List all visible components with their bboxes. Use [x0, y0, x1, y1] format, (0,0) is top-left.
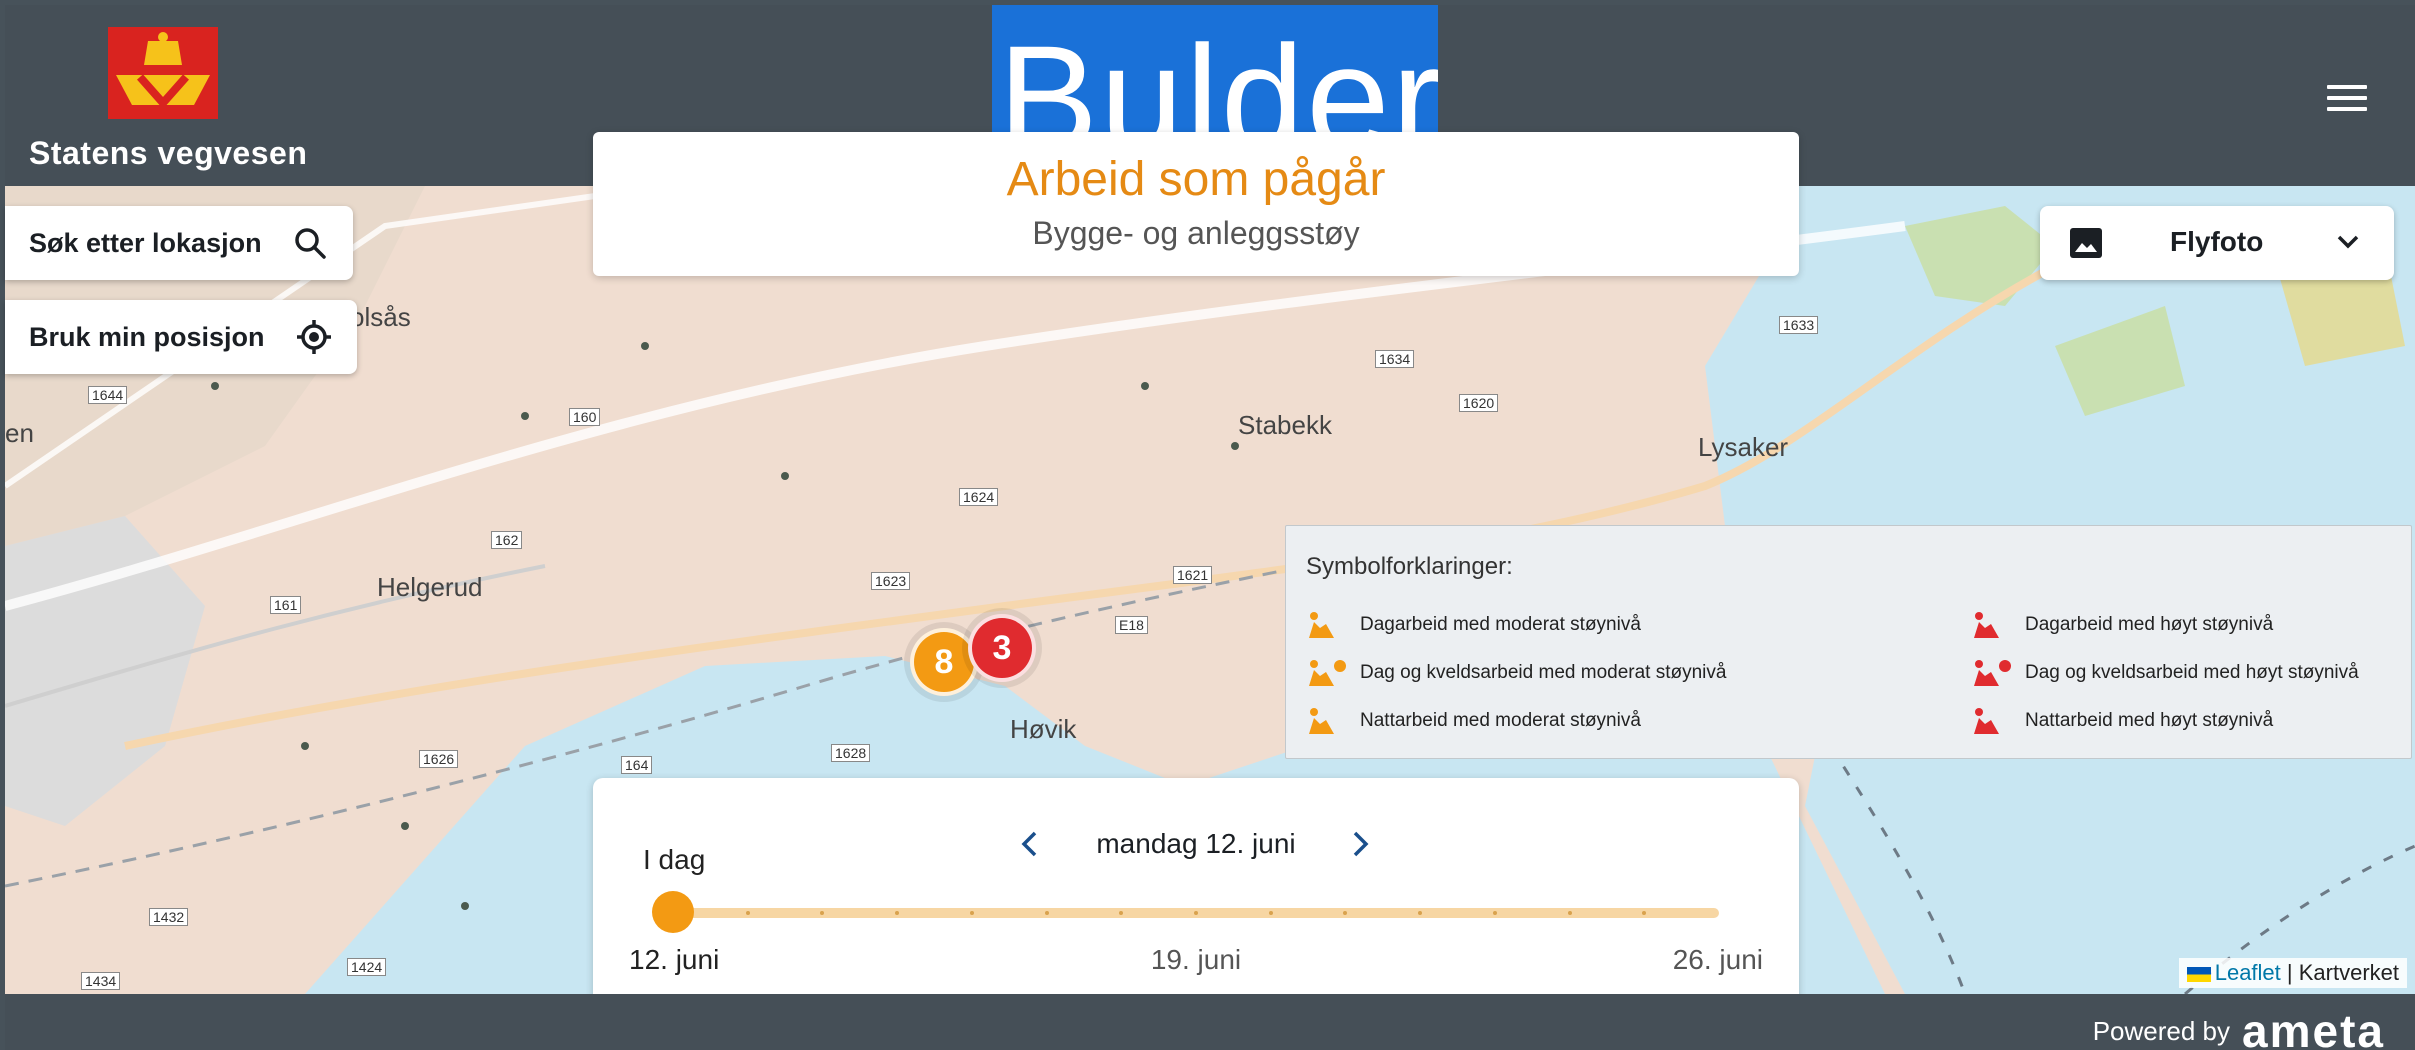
- timeline-slider-thumb[interactable]: [652, 891, 694, 933]
- title-card: Arbeid som pågår Bygge- og anleggsstøy: [593, 132, 1799, 276]
- cluster-marker-high[interactable]: 3: [968, 614, 1036, 682]
- road-label: 1644: [88, 386, 128, 404]
- road-label: 1620: [1459, 394, 1499, 412]
- legend-item-label: Nattarbeid med høyt støynivå: [2025, 710, 2274, 731]
- digger-evening-icon: [1309, 660, 1346, 686]
- search-icon: [295, 228, 326, 259]
- legend-item: Dag og kveldsarbeid med høyt støynivå: [1969, 658, 2359, 688]
- road-label: 161: [270, 596, 302, 614]
- attribution-provider: Kartverket: [2298, 960, 2399, 985]
- legend-item-label: Dagarbeid med høyt støynivå: [2025, 614, 2274, 635]
- timeline-tick: [1044, 911, 1049, 915]
- legend-item-label: Dagarbeid med moderat støynivå: [1360, 614, 1641, 635]
- hamburger-menu-icon[interactable]: [2327, 85, 2367, 115]
- road-label: 1623: [871, 572, 911, 590]
- search-location-label: Søk etter lokasjon: [29, 227, 262, 258]
- legend-item: Dagarbeid med moderat støynivå: [1304, 610, 1641, 640]
- road-label: 1634: [1375, 350, 1415, 368]
- powered-by: Powered by ameta: [2093, 1004, 2385, 1050]
- digger-day-icon: [1309, 612, 1334, 638]
- road-label: 162: [491, 531, 523, 549]
- attribution-separator: |: [2280, 960, 2299, 985]
- statens-vegvesen-logo-icon[interactable]: [108, 27, 218, 119]
- road-label: 1432: [149, 908, 189, 926]
- legend-item: Nattarbeid med moderat støynivå: [1304, 706, 1641, 736]
- road-label: 1628: [831, 744, 871, 762]
- road-label: 1434: [81, 972, 121, 990]
- search-location-button[interactable]: Søk etter lokasjon: [5, 206, 353, 280]
- timeline-tick: [1343, 911, 1348, 915]
- image-icon: [2070, 228, 2102, 258]
- place-label: Høvik: [1010, 714, 1077, 744]
- current-date: mandag 12. juni: [1096, 828, 1296, 859]
- crosshair-icon: [297, 320, 331, 354]
- timeline-tick: [1194, 911, 1198, 915]
- legend-panel: Symbolforklaringer: Dagarbeid med modera…: [1285, 525, 2412, 759]
- road-label: 160: [569, 408, 601, 426]
- road-label: 164: [621, 756, 653, 774]
- road-label: 1621: [1173, 566, 1213, 584]
- place-label: Stabekk: [1238, 410, 1332, 440]
- place-label: en: [5, 418, 34, 448]
- legend-item: Dagarbeid med høyt støynivå: [1969, 610, 2273, 640]
- ameta-logo[interactable]: ameta: [2242, 1004, 2385, 1050]
- legend-item-label: Dag og kveldsarbeid med høyt støynivå: [2025, 662, 2359, 683]
- page-subtitle: Bygge- og anleggsstøy: [1032, 215, 1360, 251]
- app-frame: olsås en Helgerud Stabekk Lysaker Høvik …: [0, 0, 2415, 1050]
- leaflet-link[interactable]: Leaflet: [2215, 960, 2281, 985]
- place-label: Lysaker: [1698, 432, 1789, 462]
- road-label: 1633: [1779, 316, 1819, 334]
- timeline-end-label: 26. juni: [1672, 944, 1763, 975]
- timeline-tick: [1642, 911, 1647, 915]
- digger-night-icon: [1974, 708, 2007, 734]
- app-banner-text: Bulder: [998, 14, 1438, 133]
- legend-item: Dag og kveldsarbeid med moderat støynivå: [1304, 658, 1726, 688]
- digger-evening-icon: [1974, 660, 2011, 686]
- chevron-right-icon[interactable]: [1349, 830, 1373, 858]
- road-label: 1624: [959, 488, 999, 506]
- use-my-position-label: Bruk min posisjon: [29, 321, 265, 352]
- map-attribution: Leaflet | Kartverket: [2178, 958, 2407, 988]
- timeline-tick: [969, 911, 974, 915]
- timeline-tick: [820, 911, 825, 915]
- app-banner: Bulder: [992, 5, 1438, 133]
- cluster-marker-moderate[interactable]: 8: [910, 628, 978, 696]
- place-label: Helgerud: [377, 572, 483, 602]
- road-label: E18: [1115, 616, 1148, 634]
- date-nav: mandag 12. juni: [593, 828, 1799, 860]
- legend-title: Symbolforklaringer:: [1306, 553, 1513, 580]
- road-label: 1626: [419, 750, 459, 768]
- footer-bar: Powered by ameta: [5, 994, 2415, 1050]
- timeline-tick: [1567, 911, 1572, 915]
- timeline-tick: [745, 911, 750, 915]
- road-label: 1424: [347, 958, 387, 976]
- basemap-selected-label: Flyfoto: [2170, 226, 2264, 257]
- timeline-tick: [1119, 911, 1124, 915]
- page-title: Arbeid som pågår: [1006, 153, 1386, 206]
- legend-item-label: Nattarbeid med moderat støynivå: [1360, 710, 1641, 731]
- timeline-slider-track[interactable]: [673, 908, 1719, 918]
- use-my-position-button[interactable]: Bruk min posisjon: [5, 300, 357, 374]
- timeline-tick: [895, 911, 900, 915]
- timeline-card: I dag mandag 12. juni 12. juni 19. juni …: [593, 778, 1799, 1018]
- digger-night-icon: [1309, 708, 1342, 734]
- powered-by-label: Powered by: [2092, 1015, 2231, 1046]
- ukraine-flag-icon: [2186, 966, 2211, 982]
- legend-item-label: Dag og kveldsarbeid med moderat støynivå: [1360, 662, 1727, 683]
- basemap-select[interactable]: Flyfoto: [2040, 206, 2394, 280]
- timeline-tick: [1492, 911, 1497, 915]
- timeline-mid-label: 19. juni: [1150, 944, 1242, 975]
- timeline-tick: [1418, 911, 1423, 915]
- brand-name: Statens vegvesen: [29, 135, 308, 171]
- legend-item: Nattarbeid med høyt støynivå: [1969, 706, 2273, 736]
- digger-day-icon: [1974, 612, 1999, 638]
- timeline-tick: [1268, 911, 1273, 915]
- place-label: olsås: [350, 302, 411, 332]
- chevron-down-icon: [2337, 235, 2359, 249]
